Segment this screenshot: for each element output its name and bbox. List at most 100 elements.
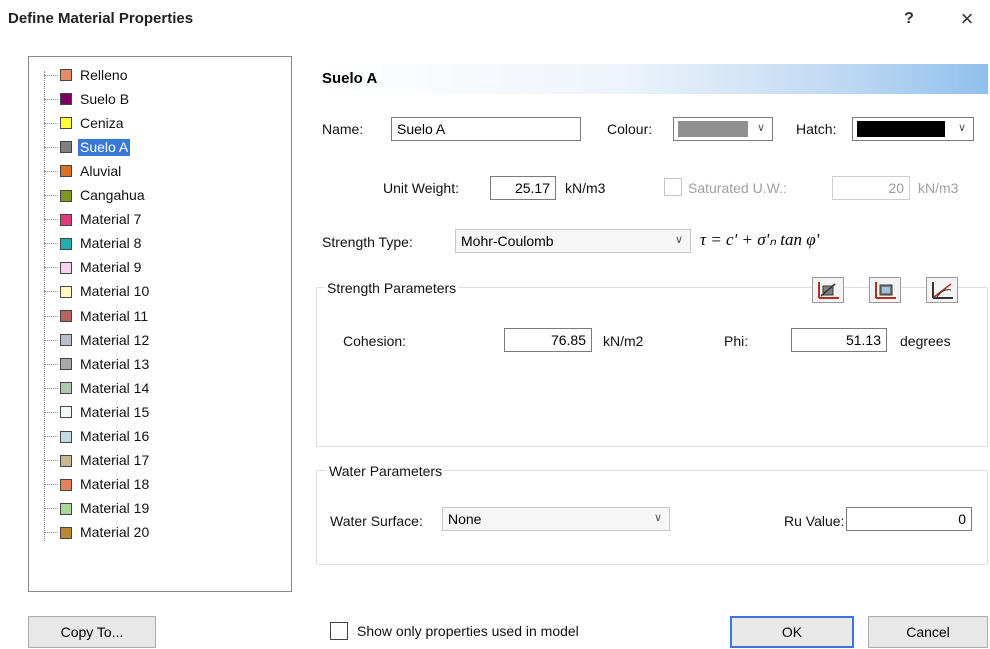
material-tree[interactable]: Relleno Suelo B Ceniza Suelo A Aluvial Cangah… xyxy=(28,56,292,592)
tree-item-label: Suelo B xyxy=(80,90,130,107)
hatch-swatch xyxy=(857,121,945,137)
material-color-swatch xyxy=(60,310,72,322)
material-color-swatch xyxy=(60,334,72,347)
tree-item-label: Aluvial xyxy=(80,162,122,179)
tree-connector xyxy=(44,74,58,76)
hatch-label: Hatch: xyxy=(796,121,837,137)
tree-item-material-15[interactable]: Material 15 xyxy=(44,402,151,422)
material-color-swatch xyxy=(60,189,72,202)
tree-connector xyxy=(44,436,58,437)
tree-item-material-18[interactable]: Material 18 xyxy=(44,475,151,495)
mohr-coulomb-plot-icon[interactable] xyxy=(812,277,844,303)
material-color-swatch xyxy=(60,69,72,81)
tree-item-material-7[interactable]: Material 7 xyxy=(44,210,143,230)
parameter-table-icon[interactable] xyxy=(869,277,901,303)
help-button[interactable]: ? xyxy=(896,6,922,32)
tree-item-label: Cangahua xyxy=(80,187,145,203)
tree-item-material-11[interactable]: Material 11 xyxy=(44,306,150,326)
cancel-button[interactable]: Cancel xyxy=(868,616,988,648)
show-only-used-label: Show only properties used in model xyxy=(357,623,579,639)
tree-item-label: Material 18 xyxy=(80,476,150,493)
tree-item-label: Suelo A xyxy=(78,138,131,156)
material-color-swatch xyxy=(60,430,72,443)
tree-item-material-20[interactable]: Material 20 xyxy=(44,523,151,543)
close-button[interactable]: × xyxy=(952,6,982,32)
water-surface-dropdown[interactable]: None ∨ xyxy=(442,507,670,531)
tree-item-material-9[interactable]: Material 9 xyxy=(44,258,143,278)
ru-value-input[interactable]: 0 xyxy=(846,507,972,531)
tree-item-label: Material 20 xyxy=(80,524,150,541)
tree-item-material-16[interactable]: Material 16 xyxy=(44,427,151,447)
tree-connector xyxy=(44,387,58,389)
unit-weight-unit: kN/m3 xyxy=(565,180,606,196)
tree-connector xyxy=(44,122,58,124)
tree-item-suelo-a[interactable]: Suelo A xyxy=(44,137,131,157)
tree-item-label: Material 19 xyxy=(80,500,150,517)
name-input[interactable]: Suelo A xyxy=(391,117,581,141)
tree-item-label: Material 17 xyxy=(80,452,150,469)
tree-item-aluvial[interactable]: Aluvial xyxy=(44,161,123,181)
tree-item-material-13[interactable]: Material 13 xyxy=(44,354,151,374)
colour-dropdown[interactable]: ∨ xyxy=(673,117,773,141)
tree-item-relleno[interactable]: Relleno xyxy=(44,65,129,85)
phi-label: Phi: xyxy=(724,333,749,349)
tree-connector xyxy=(44,267,58,269)
tree-item-ceniza[interactable]: Ceniza xyxy=(44,113,126,133)
tree-item-label: Material 9 xyxy=(80,259,142,276)
ru-value-label: Ru Value: xyxy=(784,513,845,529)
saturated-uw-input[interactable]: 20 xyxy=(832,176,910,200)
tree-item-material-19[interactable]: Material 19 xyxy=(44,499,151,519)
material-color-swatch xyxy=(60,478,72,491)
hatch-dropdown[interactable]: ∨ xyxy=(852,117,974,141)
water-surface-label: Water Surface: xyxy=(330,513,423,529)
tree-item-cangahua[interactable]: Cangahua xyxy=(44,186,147,206)
tree-item-label: Material 12 xyxy=(80,331,150,348)
water-surface-value: None xyxy=(448,511,482,527)
water-parameters-title: Water Parameters xyxy=(326,463,446,479)
material-color-swatch xyxy=(60,285,72,298)
unit-weight-input[interactable]: 25.17 xyxy=(490,176,556,200)
tree-connector xyxy=(44,532,58,534)
strength-graph-icon[interactable] xyxy=(926,277,958,303)
unit-weight-label: Unit Weight: xyxy=(383,180,459,196)
material-header-band xyxy=(316,64,988,94)
material-color-swatch xyxy=(60,117,72,130)
show-only-used-checkbox[interactable] xyxy=(330,622,348,640)
phi-unit: degrees xyxy=(900,333,951,349)
colour-label: Colour: xyxy=(607,121,653,137)
tree-item-material-12[interactable]: Material 12 xyxy=(44,330,151,350)
material-color-swatch xyxy=(60,93,72,106)
strength-formula: τ = c' + σ'ₙ tan φ' xyxy=(700,230,820,249)
tree-item-suelo-b[interactable]: Suelo B xyxy=(44,89,131,109)
chevron-down-icon: ∨ xyxy=(653,512,663,524)
tree-item-material-17[interactable]: Material 17 xyxy=(44,451,151,471)
tree-connector xyxy=(44,170,58,172)
tree-item-label: Relleno xyxy=(80,66,128,83)
material-color-swatch xyxy=(60,406,72,419)
tree-item-material-8[interactable]: Material 8 xyxy=(44,234,143,254)
phi-input[interactable]: 51.13 xyxy=(791,328,887,352)
material-color-swatch xyxy=(60,213,72,226)
tree-connector xyxy=(44,339,58,341)
tree-connector xyxy=(44,363,58,365)
copy-to-button[interactable]: Copy To... xyxy=(28,616,156,648)
cohesion-label: Cohesion: xyxy=(343,333,407,349)
ok-button[interactable]: OK xyxy=(730,616,854,648)
material-color-swatch xyxy=(60,526,72,539)
saturated-uw-checkbox[interactable] xyxy=(664,178,682,196)
tree-item-label: Material 10 xyxy=(80,283,150,300)
cohesion-input[interactable]: 76.85 xyxy=(504,328,592,352)
tree-item-material-14[interactable]: Material 14 xyxy=(44,378,151,398)
colour-swatch xyxy=(678,121,748,137)
strength-parameters-group xyxy=(316,287,988,447)
tree-connector xyxy=(44,98,58,100)
tree-item-material-10[interactable]: Material 10 xyxy=(44,282,151,302)
material-color-swatch xyxy=(60,237,72,250)
tree-item-label: Material 7 xyxy=(80,211,142,228)
name-label: Name: xyxy=(322,121,364,137)
strength-type-dropdown[interactable]: Mohr-Coulomb ∨ xyxy=(455,229,691,253)
tree-connector xyxy=(44,146,58,148)
strength-type-value: Mohr-Coulomb xyxy=(461,233,554,249)
tree-item-label: Material 15 xyxy=(80,403,150,420)
tree-item-label: Ceniza xyxy=(80,114,124,131)
